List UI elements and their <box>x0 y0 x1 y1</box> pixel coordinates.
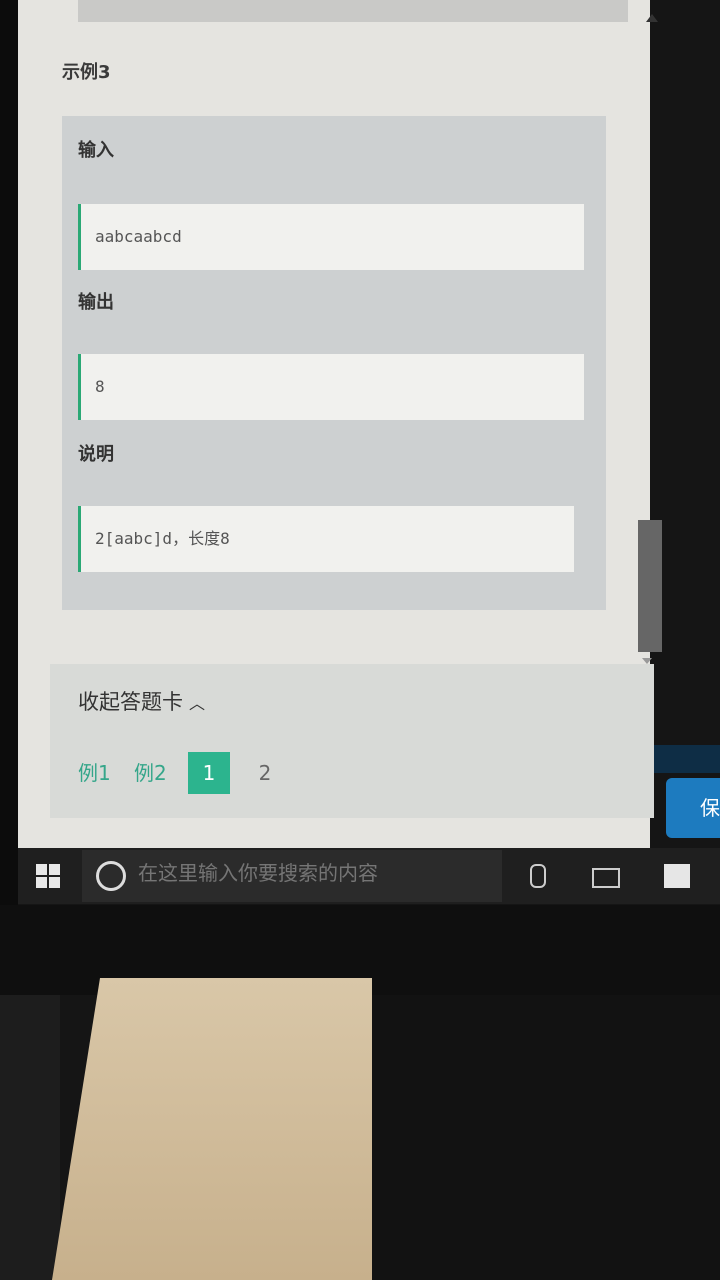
collapse-answer-card-toggle[interactable]: 收起答题卡 ︿ <box>78 686 205 716</box>
save-button[interactable]: 保 <box>666 778 720 838</box>
question-nav-2[interactable]: 2 <box>244 752 286 794</box>
taskbar-search-box[interactable] <box>82 850 502 902</box>
output-code-block: 8 <box>78 354 584 420</box>
previous-section-edge <box>78 0 628 22</box>
scrollbar-thumb[interactable] <box>638 520 662 652</box>
chevron-up-icon: ︿ <box>189 694 206 713</box>
desk-paper <box>52 978 372 1280</box>
answer-card: 收起答题卡 ︿ 例1 例2 1 2 <box>50 664 654 818</box>
desk-background <box>0 995 60 1280</box>
monitor-bezel <box>0 0 18 920</box>
cortana-icon[interactable] <box>96 861 126 891</box>
collapse-toggle-label: 收起答题卡 <box>78 690 183 714</box>
task-view-icon[interactable] <box>592 868 620 888</box>
browser-page: 示例3 输入 aabcaabcd 输出 8 说明 2[aabc]d，长度8 收起… <box>18 0 662 848</box>
output-label: 输出 <box>78 292 114 313</box>
example-card: 输入 aabcaabcd 输出 8 说明 2[aabc]d，长度8 <box>62 116 606 610</box>
scroll-up-arrow-icon[interactable] <box>646 14 658 22</box>
microphone-icon[interactable] <box>530 864 546 888</box>
question-nav-example-2[interactable]: 例2 <box>134 752 167 794</box>
explanation-label: 说明 <box>78 444 114 465</box>
input-label: 输入 <box>78 140 114 161</box>
store-icon[interactable] <box>664 864 690 888</box>
taskbar <box>18 848 720 904</box>
question-nav-example-1[interactable]: 例1 <box>78 752 111 794</box>
desk-background-right <box>372 995 720 1280</box>
taskbar-search-input[interactable] <box>136 862 460 887</box>
input-code-block: aabcaabcd <box>78 204 584 270</box>
example-title: 示例3 <box>62 62 111 83</box>
windows-start-icon[interactable] <box>36 864 62 890</box>
background-window-edge <box>654 745 720 773</box>
explanation-code-block: 2[aabc]d，长度8 <box>78 506 574 572</box>
question-nav-1-active[interactable]: 1 <box>188 752 230 794</box>
